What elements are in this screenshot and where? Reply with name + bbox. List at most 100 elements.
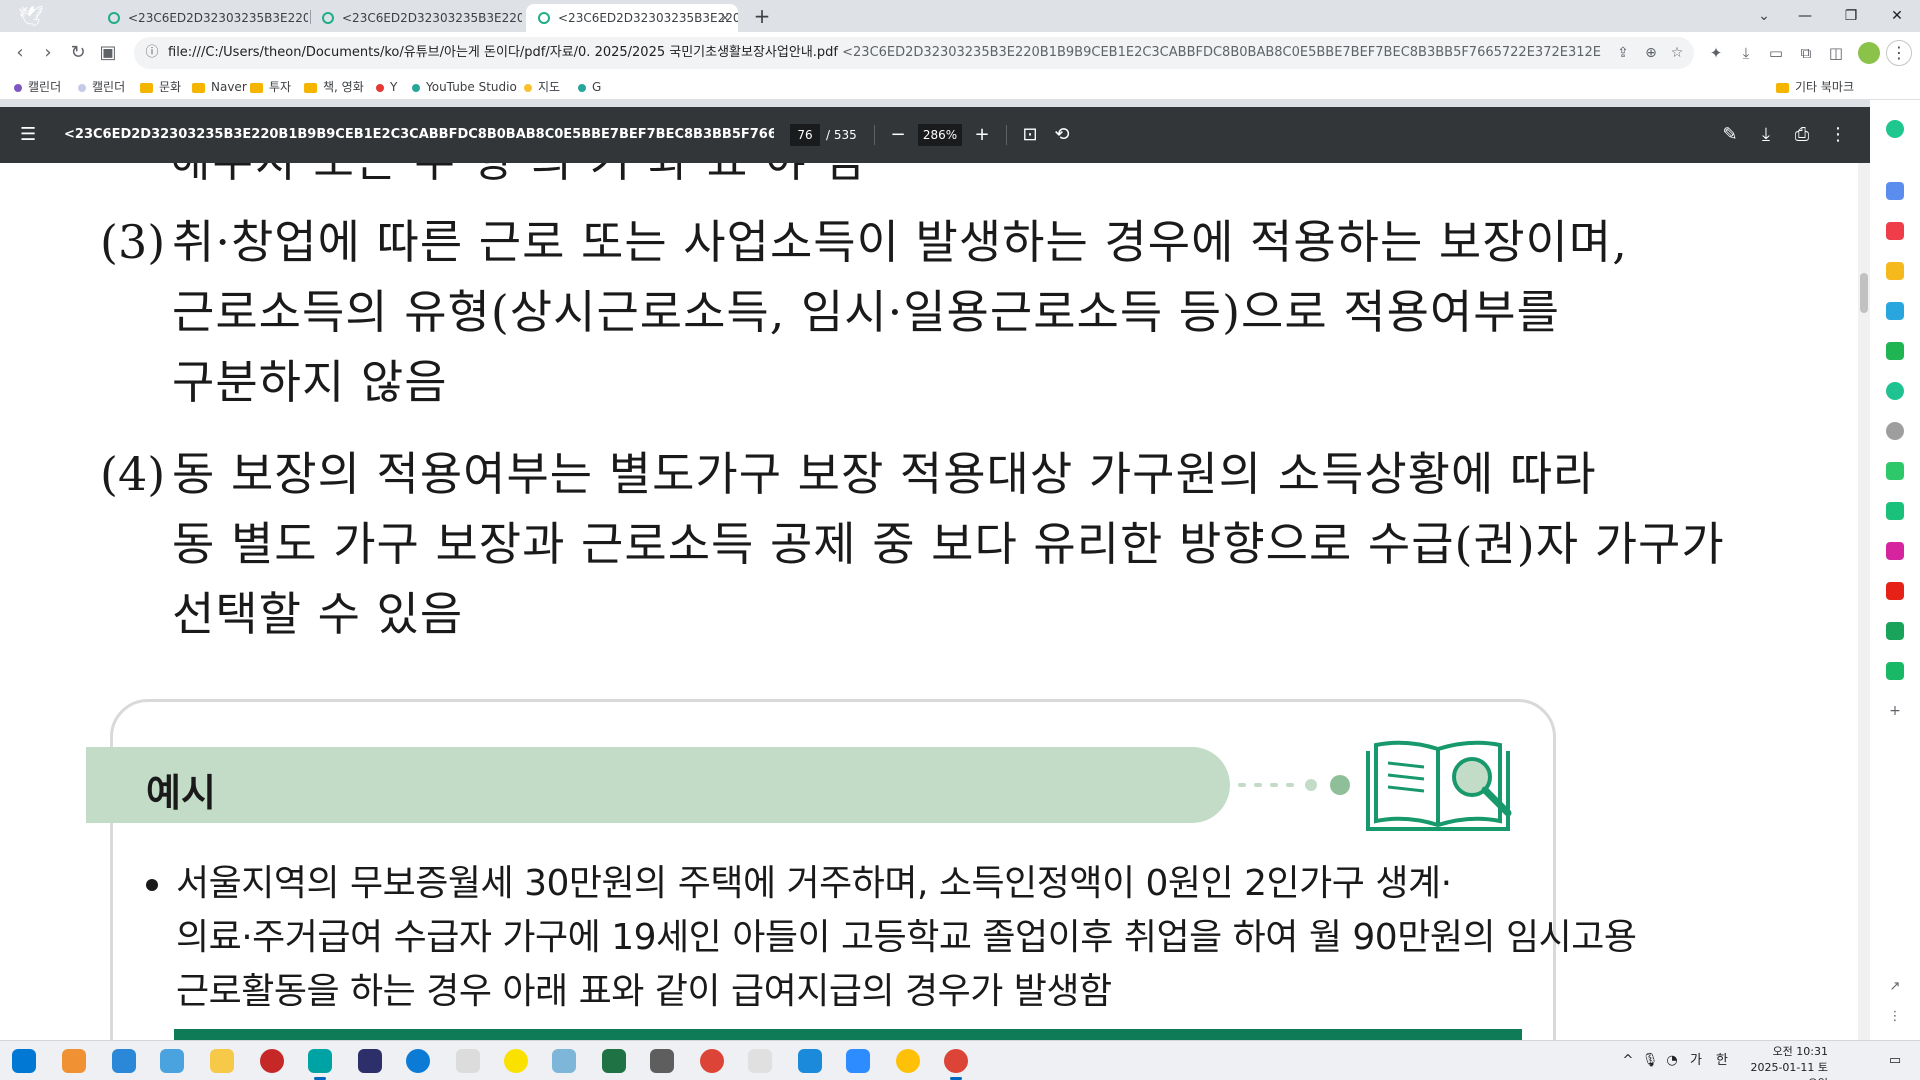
back-icon[interactable]: ‹ xyxy=(6,39,34,67)
forward-icon[interactable]: › xyxy=(34,39,62,67)
notification-icon[interactable]: ▭ xyxy=(1880,1041,1910,1080)
pdf-more-icon[interactable]: ⋮ xyxy=(1826,123,1850,147)
record-icon[interactable] xyxy=(260,1049,284,1073)
more-dots-icon[interactable]: ⋮ xyxy=(1886,1008,1904,1026)
ime-mode-icon[interactable]: ◔ xyxy=(1662,1041,1682,1080)
restore-icon[interactable]: ❐ xyxy=(1828,0,1874,32)
side-app-icon[interactable] xyxy=(1886,382,1904,400)
tab-favicon-icon xyxy=(322,12,334,24)
zoom-in-icon[interactable]: + xyxy=(970,123,994,147)
cast-icon[interactable]: ▭ xyxy=(1762,39,1790,67)
edge-icon[interactable] xyxy=(406,1049,430,1073)
bookmark-item[interactable]: 캘린더 xyxy=(78,74,125,100)
taskbar-app-icon[interactable] xyxy=(358,1049,382,1073)
address-bar[interactable]: ⓘ file:///C:/Users/theon/Documents/ko/유튜… xyxy=(134,37,1694,69)
pdf-download-icon[interactable]: ⤓ xyxy=(1754,123,1778,147)
side-app-icon[interactable] xyxy=(1886,462,1904,480)
zoom-app-icon[interactable] xyxy=(846,1049,870,1073)
pdf-scrollbar[interactable] xyxy=(1858,163,1870,1040)
side-app-icon[interactable] xyxy=(1886,422,1904,440)
extensions-icon[interactable]: ✦ xyxy=(1702,39,1730,67)
scroll-thumb[interactable] xyxy=(1860,273,1868,313)
side-panel: + ↗ ⋮ xyxy=(1870,100,1920,1040)
side-app-icon[interactable] xyxy=(1886,622,1904,640)
paint-icon[interactable] xyxy=(456,1049,480,1073)
edit-icon[interactable]: ✎ xyxy=(1718,123,1742,147)
tab-3-active[interactable]: <23C6ED2D32303235B3E220B ✕ xyxy=(526,4,738,32)
chrome-active-icon[interactable] xyxy=(944,1049,968,1080)
file-explorer-icon[interactable] xyxy=(210,1049,234,1073)
windows-start-icon[interactable] xyxy=(12,1049,36,1073)
kakaotalk-icon[interactable] xyxy=(504,1049,528,1073)
bookmark-item[interactable]: YouTube Studio xyxy=(412,74,517,100)
ime-indicator[interactable]: 가 xyxy=(1686,1041,1706,1080)
tab-2[interactable]: <23C6ED2D32303235B3E220B xyxy=(310,4,522,32)
taskbar-app-icon[interactable] xyxy=(112,1049,136,1073)
chrome-icon[interactable] xyxy=(700,1049,724,1073)
excel-icon[interactable] xyxy=(602,1049,626,1073)
bookmark-folder[interactable]: 문화 xyxy=(140,74,181,100)
open-external-icon[interactable]: ↗ xyxy=(1886,978,1904,996)
side-app-icon[interactable] xyxy=(1886,222,1904,240)
zoom-input[interactable]: 286% xyxy=(918,124,962,146)
bookmark-item[interactable]: Y xyxy=(376,74,397,100)
profile-avatar[interactable] xyxy=(1858,42,1880,64)
side-app-icon[interactable] xyxy=(1886,262,1904,280)
reload-icon[interactable]: ↻ xyxy=(64,39,92,67)
file-info-icon[interactable]: ⓘ xyxy=(142,37,162,69)
bookmark-item[interactable]: G xyxy=(578,74,601,100)
bookmark-folder[interactable]: Naver xyxy=(192,74,247,100)
ime-hangul[interactable]: 한 xyxy=(1712,1041,1732,1080)
side-app-icon[interactable] xyxy=(1886,120,1904,138)
taskbar-app-icon[interactable] xyxy=(160,1049,184,1073)
star-icon[interactable]: ☆ xyxy=(1664,37,1690,69)
bookmark-folder[interactable]: 투자 xyxy=(250,74,291,100)
taskbar-app-icon[interactable] xyxy=(308,1049,332,1080)
chevron-down-icon[interactable]: ⌄ xyxy=(1752,4,1776,28)
tab-favicon-icon xyxy=(538,12,550,24)
book-magnifier-icon xyxy=(1366,740,1512,831)
zoom-out-icon[interactable]: − xyxy=(886,123,910,147)
sidepanel-icon[interactable]: ◫ xyxy=(1822,39,1850,67)
tab-1[interactable]: <23C6ED2D32303235B3E220B xyxy=(96,4,308,32)
copilot-icon[interactable] xyxy=(62,1049,86,1073)
download-icon[interactable]: ⤓ xyxy=(1732,39,1760,67)
plus-icon[interactable]: + xyxy=(748,4,776,28)
side-app-icon[interactable] xyxy=(1886,342,1904,360)
page-number-input[interactable]: 76 xyxy=(790,124,820,146)
bookmark-folder[interactable]: 책, 영화 xyxy=(304,74,364,100)
media-player-icon[interactable] xyxy=(896,1049,920,1073)
bookmark-dot-icon xyxy=(14,83,22,92)
site-icon[interactable]: ▣ xyxy=(94,39,122,67)
add-app-icon[interactable]: + xyxy=(1886,702,1904,720)
pdf-toolbar: ☰ <23C6ED2D32303235B3E220B1B9B9CEB1E2C3C… xyxy=(0,107,1870,163)
window-close-icon[interactable]: ✕ xyxy=(1874,0,1920,32)
close-icon[interactable]: ✕ xyxy=(720,4,730,32)
side-app-icon[interactable] xyxy=(1886,302,1904,320)
side-app-icon[interactable] xyxy=(1886,182,1904,200)
minimize-icon[interactable]: — xyxy=(1782,0,1828,32)
rotate-icon[interactable]: ⟲ xyxy=(1050,123,1074,147)
youtube-icon[interactable] xyxy=(1886,582,1904,600)
bookmark-item[interactable]: 지도 xyxy=(524,74,560,100)
tray-chevron-icon[interactable]: ^ xyxy=(1618,1041,1638,1080)
side-app-icon[interactable] xyxy=(1886,662,1904,680)
calculator-icon[interactable] xyxy=(650,1049,674,1073)
instagram-icon[interactable] xyxy=(1886,542,1904,560)
snipping-tool-icon[interactable] xyxy=(748,1049,772,1073)
mic-icon[interactable]: 🎙 xyxy=(1640,1041,1660,1080)
clock[interactable]: 오전 10:31 2025-01-11 토요일 xyxy=(1748,1044,1828,1080)
screenshot-icon[interactable]: ⧉ xyxy=(1792,39,1820,67)
zoom-icon[interactable]: ⊕ xyxy=(1638,37,1664,69)
menu-icon[interactable]: ☰ xyxy=(20,125,44,145)
side-app-icon[interactable] xyxy=(1886,502,1904,520)
more-menu-icon[interactable]: ⋮ xyxy=(1886,40,1912,66)
taskbar-app-icon[interactable] xyxy=(798,1049,822,1073)
fit-page-icon[interactable]: ⊡ xyxy=(1018,123,1042,147)
print-icon[interactable]: ⎙ xyxy=(1790,123,1814,147)
taskbar-app-icon[interactable] xyxy=(552,1049,576,1073)
pdf-viewer[interactable]: 해주지 모든 수 항 의 기 와 요 야 심 (3) 취·창업에 따른 근로 또… xyxy=(0,163,1870,1040)
share-icon[interactable]: ⇪ xyxy=(1610,37,1636,69)
other-bookmarks[interactable]: 기타 북마크 xyxy=(1776,74,1854,100)
bookmark-item[interactable]: 캘린더 xyxy=(14,74,61,100)
